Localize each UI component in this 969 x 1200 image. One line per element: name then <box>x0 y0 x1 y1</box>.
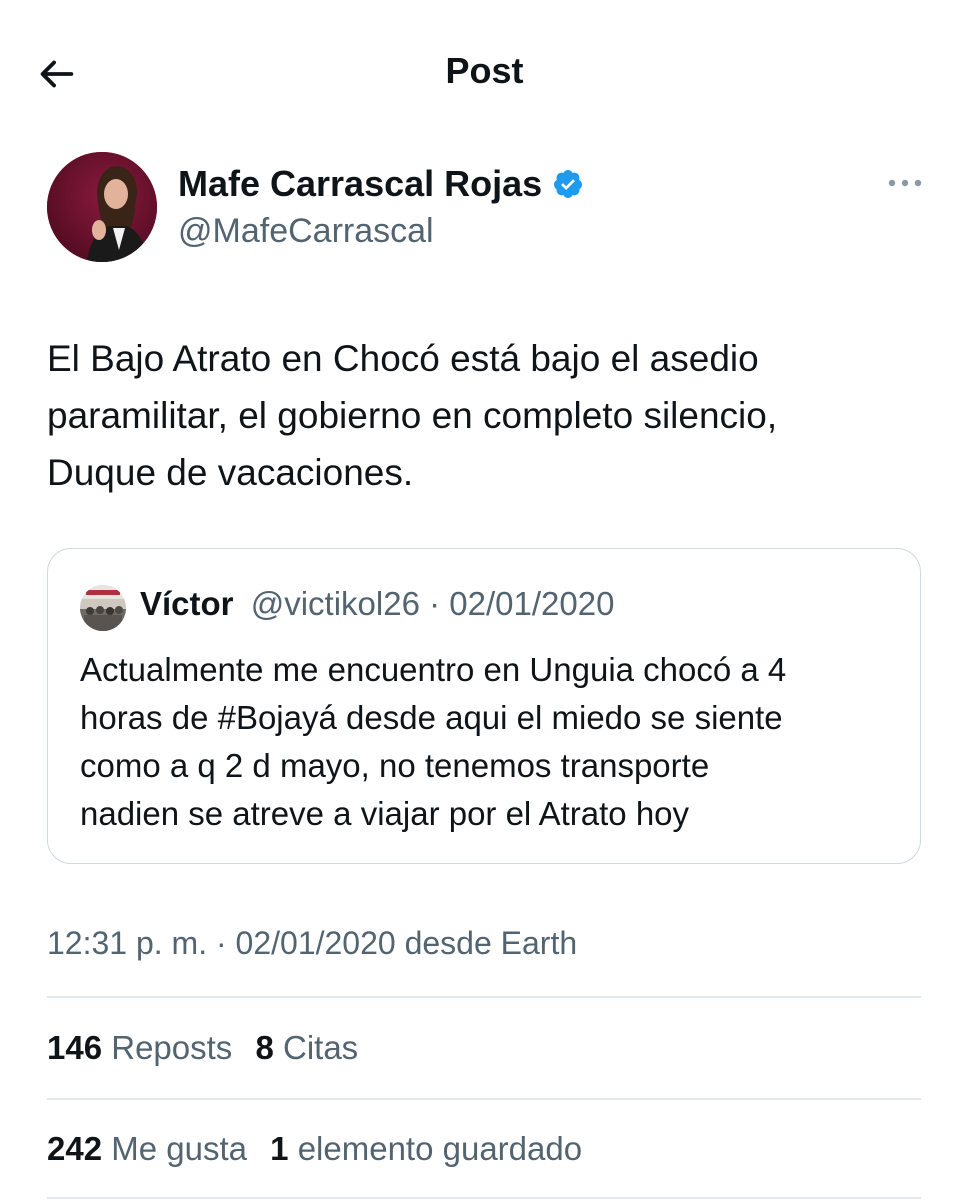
quote-text-line: como a q 2 d mayo, no tenemos transporte <box>80 747 710 784</box>
top-bar: Post <box>0 0 969 140</box>
likes-count: 242 <box>47 1130 103 1167</box>
likes-label: Me gusta <box>111 1130 247 1167</box>
quote-separator: · <box>419 585 450 622</box>
quote-author-handle: @victikol26 <box>250 585 420 622</box>
quote-text: Actualmente me encuentro en Unguia chocó… <box>80 646 910 838</box>
reposts-label: Reposts <box>111 1029 233 1066</box>
quote-author-avatar <box>80 585 126 631</box>
quote-header: Víctor @victikol26 · 02/01/2020 <box>140 585 614 623</box>
bookmarks-label: elemento guardado <box>297 1130 583 1167</box>
tweet-text: El Bajo Atrato en Chocó está bajo el ase… <box>47 330 927 501</box>
quotes-count: 8 <box>255 1029 274 1066</box>
divider <box>47 1197 921 1199</box>
quoted-post-card[interactable]: Víctor @victikol26 · 02/01/2020 Actualme… <box>47 548 921 864</box>
avatar-image <box>47 152 157 262</box>
quote-author-name: Víctor <box>140 585 234 622</box>
more-dots-icon <box>888 179 922 187</box>
author-handle[interactable]: @MafeCarrascal <box>178 212 434 251</box>
post-timestamp[interactable]: 12:31 p. m. · 02/01/2020 desde Earth <box>47 925 577 962</box>
quote-avatar-image <box>80 585 126 631</box>
author-name-row: Mafe Carrascal Rojas <box>178 163 584 205</box>
author-avatar[interactable] <box>47 152 157 262</box>
tweet-text-line: Duque de vacaciones. <box>47 452 414 493</box>
page-title: Post <box>445 50 524 91</box>
divider <box>47 1098 921 1100</box>
likes-stat[interactable]: 242 Me gusta <box>47 1130 256 1167</box>
tweet-text-line: El Bajo Atrato en Chocó está bajo el ase… <box>47 338 759 379</box>
quote-text-line: Actualmente me encuentro en Unguia chocó… <box>80 651 787 688</box>
tweet-text-line: paramilitar, el gobierno en completo sil… <box>47 395 778 436</box>
quote-date: 02/01/2020 <box>449 585 615 622</box>
author-name[interactable]: Mafe Carrascal Rojas <box>178 163 542 205</box>
post-page: Post Mafe Carrascal Rojas @MafeCarrascal… <box>0 0 969 1200</box>
divider <box>47 996 921 998</box>
quote-text-line: horas de #Bojayá desde aqui el miedo se … <box>80 699 783 736</box>
reposts-stat[interactable]: 146 Reposts <box>47 1029 241 1066</box>
quotes-stat[interactable]: 8 Citas <box>255 1029 358 1066</box>
stats-row-reposts: 146 Reposts 8 Citas <box>47 1029 358 1067</box>
reposts-count: 146 <box>47 1029 103 1066</box>
quotes-label: Citas <box>283 1029 359 1066</box>
bookmarks-count: 1 <box>270 1130 289 1167</box>
quote-text-line: nadien se atreve a viajar por el Atrato … <box>80 795 690 832</box>
bookmarks-stat[interactable]: 1 elemento guardado <box>270 1130 582 1167</box>
more-options-button[interactable] <box>880 168 930 198</box>
stats-row-likes: 242 Me gusta 1 elemento guardado <box>47 1130 582 1168</box>
verified-badge-icon <box>554 170 583 198</box>
